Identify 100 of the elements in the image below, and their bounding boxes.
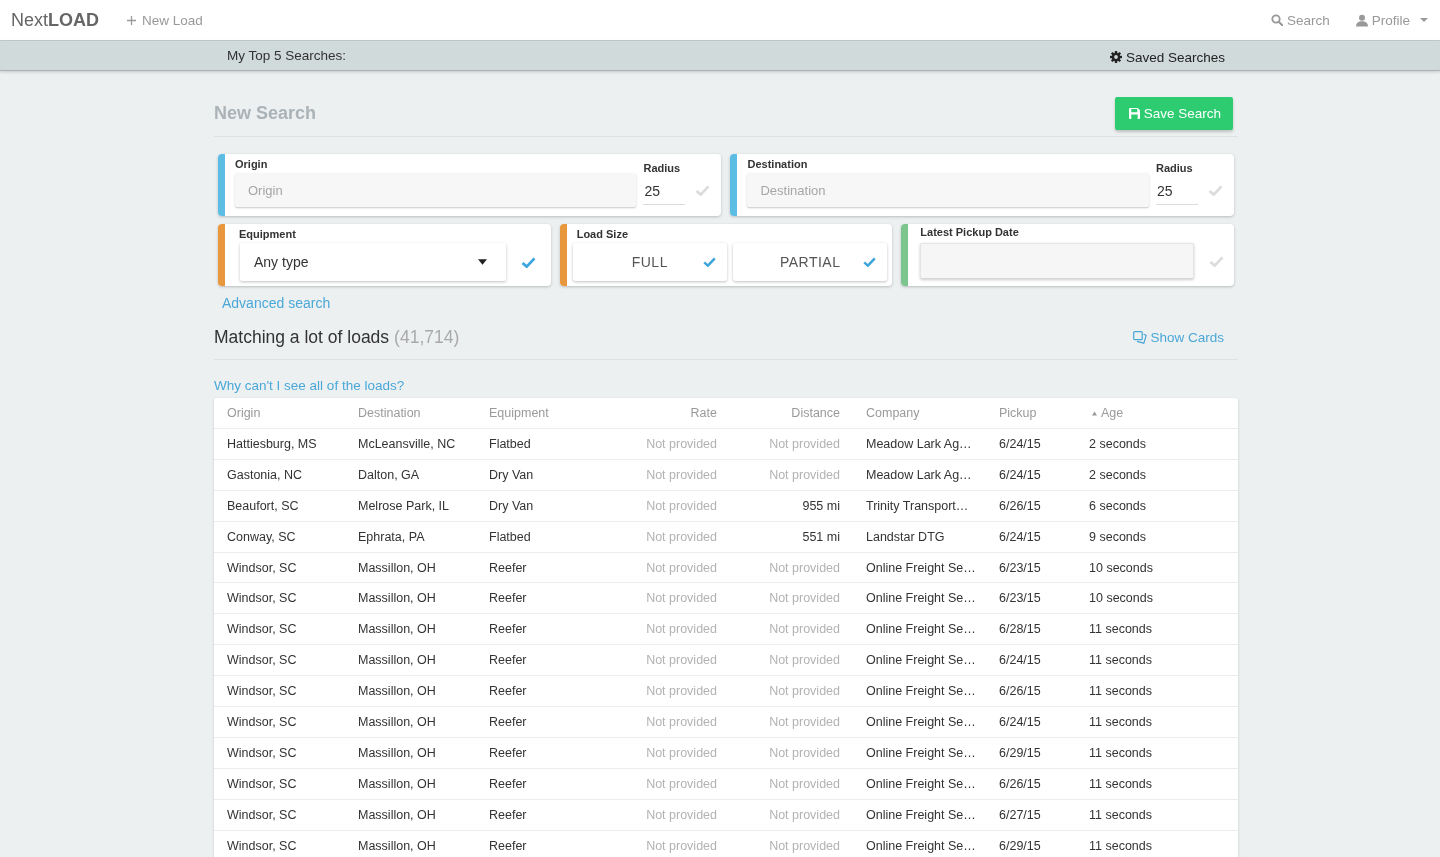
- table-cell-text: Reefer: [488, 714, 528, 729]
- table-cell-text: Massillon, OH: [357, 776, 437, 791]
- table-cell-text: Not provided: [768, 745, 841, 760]
- table-cell-text: Massillon, OH: [357, 838, 437, 853]
- column-header[interactable]: Distance: [730, 406, 853, 420]
- table-cell-text: 6/29/15: [998, 745, 1042, 760]
- table-cell-text: 6/26/15: [998, 684, 1042, 699]
- table-cell-text: Windsor, SC: [226, 838, 298, 853]
- location-input[interactable]: Origin: [235, 173, 637, 207]
- table-cell-text: Windsor, SC: [226, 653, 298, 668]
- table-cell-text: Massillon, OH: [357, 622, 437, 637]
- table-cell-text: 11 seconds: [1088, 745, 1153, 760]
- table-cell-text: Not provided: [768, 838, 841, 853]
- table-cell-text: 11 seconds: [1088, 684, 1153, 699]
- table-cell-text: 11 seconds: [1088, 622, 1153, 637]
- table-cell-text: Meadow Lark Ag…: [865, 436, 973, 451]
- table-cell-text: Flatbed: [488, 529, 532, 544]
- load-size-toggle[interactable]: PARTIAL: [733, 243, 888, 281]
- table-cell-text: 6/28/15: [998, 622, 1042, 637]
- field-label: Latest Pickup Date: [920, 225, 1019, 239]
- date-input[interactable]: [920, 243, 1195, 279]
- table-cell-text: 6/23/15: [998, 591, 1042, 606]
- sort-up-triangle-icon: [1092, 410, 1097, 416]
- field-label: Equipment: [239, 227, 296, 241]
- table-cell-text: Not provided: [645, 807, 718, 822]
- new-load-link[interactable]: New Load: [127, 12, 203, 28]
- table-cell-text: Not provided: [768, 560, 841, 575]
- column-header[interactable]: Pickup: [986, 406, 1076, 420]
- table-cell-text: Reefer: [488, 591, 528, 606]
- table-cell-text: Not provided: [768, 776, 841, 791]
- save-search-button[interactable]: Save Search: [1114, 97, 1233, 130]
- table-cell-text: Massillon, OH: [357, 560, 437, 575]
- table-cell-text: Not provided: [768, 714, 841, 729]
- help-link[interactable]: Why can't I see all of the loads?: [214, 378, 405, 393]
- table-cell-text: 11 seconds: [1088, 838, 1153, 853]
- location-input[interactable]: Destination: [747, 173, 1149, 207]
- table-cell-text: 551 mi: [801, 529, 841, 544]
- search-link[interactable]: Search: [1270, 12, 1330, 28]
- table-cell-text: 11 seconds: [1088, 807, 1153, 822]
- table-cell-text: Meadow Lark Ag…: [865, 467, 973, 482]
- table-cell-text: 2 seconds: [1088, 467, 1147, 482]
- profile-menu[interactable]: Profile: [1355, 12, 1428, 28]
- table-cell-text: Reefer: [488, 684, 528, 699]
- table-cell-text: Online Freight Se…: [865, 560, 977, 575]
- table-cell-text: 6/24/15: [998, 529, 1042, 544]
- app-logo[interactable]: NextLOAD: [11, 9, 99, 31]
- table-cell-text: Online Freight Se…: [865, 591, 977, 606]
- saved-searches-link[interactable]: Saved Searches: [1109, 49, 1225, 65]
- table-cell-text: Dalton, GA: [357, 467, 421, 482]
- table-cell-text: Not provided: [645, 436, 718, 451]
- stacked-cards-icon: [1133, 330, 1148, 344]
- table-cell-text: Reefer: [488, 838, 528, 853]
- table-cell-text: Massillon, OH: [357, 714, 437, 729]
- table-cell-text: Online Freight Se…: [865, 745, 977, 760]
- table-cell-text: 6/24/15: [998, 653, 1042, 668]
- caret-icon: [478, 259, 487, 265]
- radius-input[interactable]: 25: [1156, 178, 1198, 205]
- table-cell-text: Reefer: [488, 807, 528, 822]
- load-size-toggle[interactable]: FULL: [572, 243, 727, 281]
- table-cell-text: 10 seconds: [1088, 560, 1154, 575]
- caret-icon: [1420, 18, 1428, 22]
- table-cell-text: Reefer: [488, 560, 528, 575]
- table-cell-text: Online Freight Se…: [865, 714, 977, 729]
- column-header[interactable]: Age: [1076, 406, 1238, 420]
- table-cell-text: Dry Van: [488, 498, 535, 513]
- table-cell-text: 10 seconds: [1088, 591, 1154, 606]
- table-cell-text: Dry Van: [488, 467, 535, 482]
- table-cell-text: 6 seconds: [1088, 498, 1147, 513]
- column-header[interactable]: Destination: [345, 406, 476, 420]
- table-cell-text: 6/26/15: [998, 498, 1042, 513]
- field-label: Origin: [235, 157, 268, 171]
- table-cell-text: 6/24/15: [998, 714, 1042, 729]
- radius-label: Radius: [1156, 161, 1193, 175]
- show-cards-link[interactable]: Show Cards: [1133, 329, 1224, 345]
- radius-input[interactable]: 25: [643, 178, 686, 205]
- table-cell-text: Reefer: [488, 776, 528, 791]
- table-cell-text: Not provided: [645, 622, 718, 637]
- table-cell-text: Beaufort, SC: [226, 498, 300, 513]
- column-header[interactable]: Company: [853, 406, 986, 420]
- table-cell-text: Reefer: [488, 622, 528, 637]
- top-searches-label: My Top 5 Searches:: [227, 48, 347, 63]
- column-header[interactable]: Rate: [607, 406, 730, 420]
- table-cell-text: Not provided: [645, 529, 718, 544]
- table-cell-text: Online Freight Se…: [865, 807, 977, 822]
- table-cell-text: Not provided: [645, 838, 718, 853]
- advanced-search-link[interactable]: Advanced search: [222, 295, 331, 311]
- new-search-heading: New Search: [214, 103, 317, 124]
- table-cell-text: McLeansville, NC: [357, 436, 457, 451]
- equipment-select[interactable]: Any type: [240, 243, 506, 281]
- table-cell-text: Not provided: [645, 714, 718, 729]
- column-header[interactable]: Origin: [214, 406, 345, 420]
- column-header[interactable]: Equipment: [476, 406, 607, 420]
- table-cell-text: 6/29/15: [998, 838, 1042, 853]
- table-cell-text: Massillon, OH: [357, 653, 437, 668]
- table-cell-text: Not provided: [768, 436, 841, 451]
- table-cell-text: Massillon, OH: [357, 745, 437, 760]
- table-cell-text: 6/26/15: [998, 776, 1042, 791]
- table-cell-text: Windsor, SC: [226, 684, 298, 699]
- table-cell-text: Hattiesburg, MS: [226, 436, 318, 451]
- field-label: Load Size: [576, 227, 628, 241]
